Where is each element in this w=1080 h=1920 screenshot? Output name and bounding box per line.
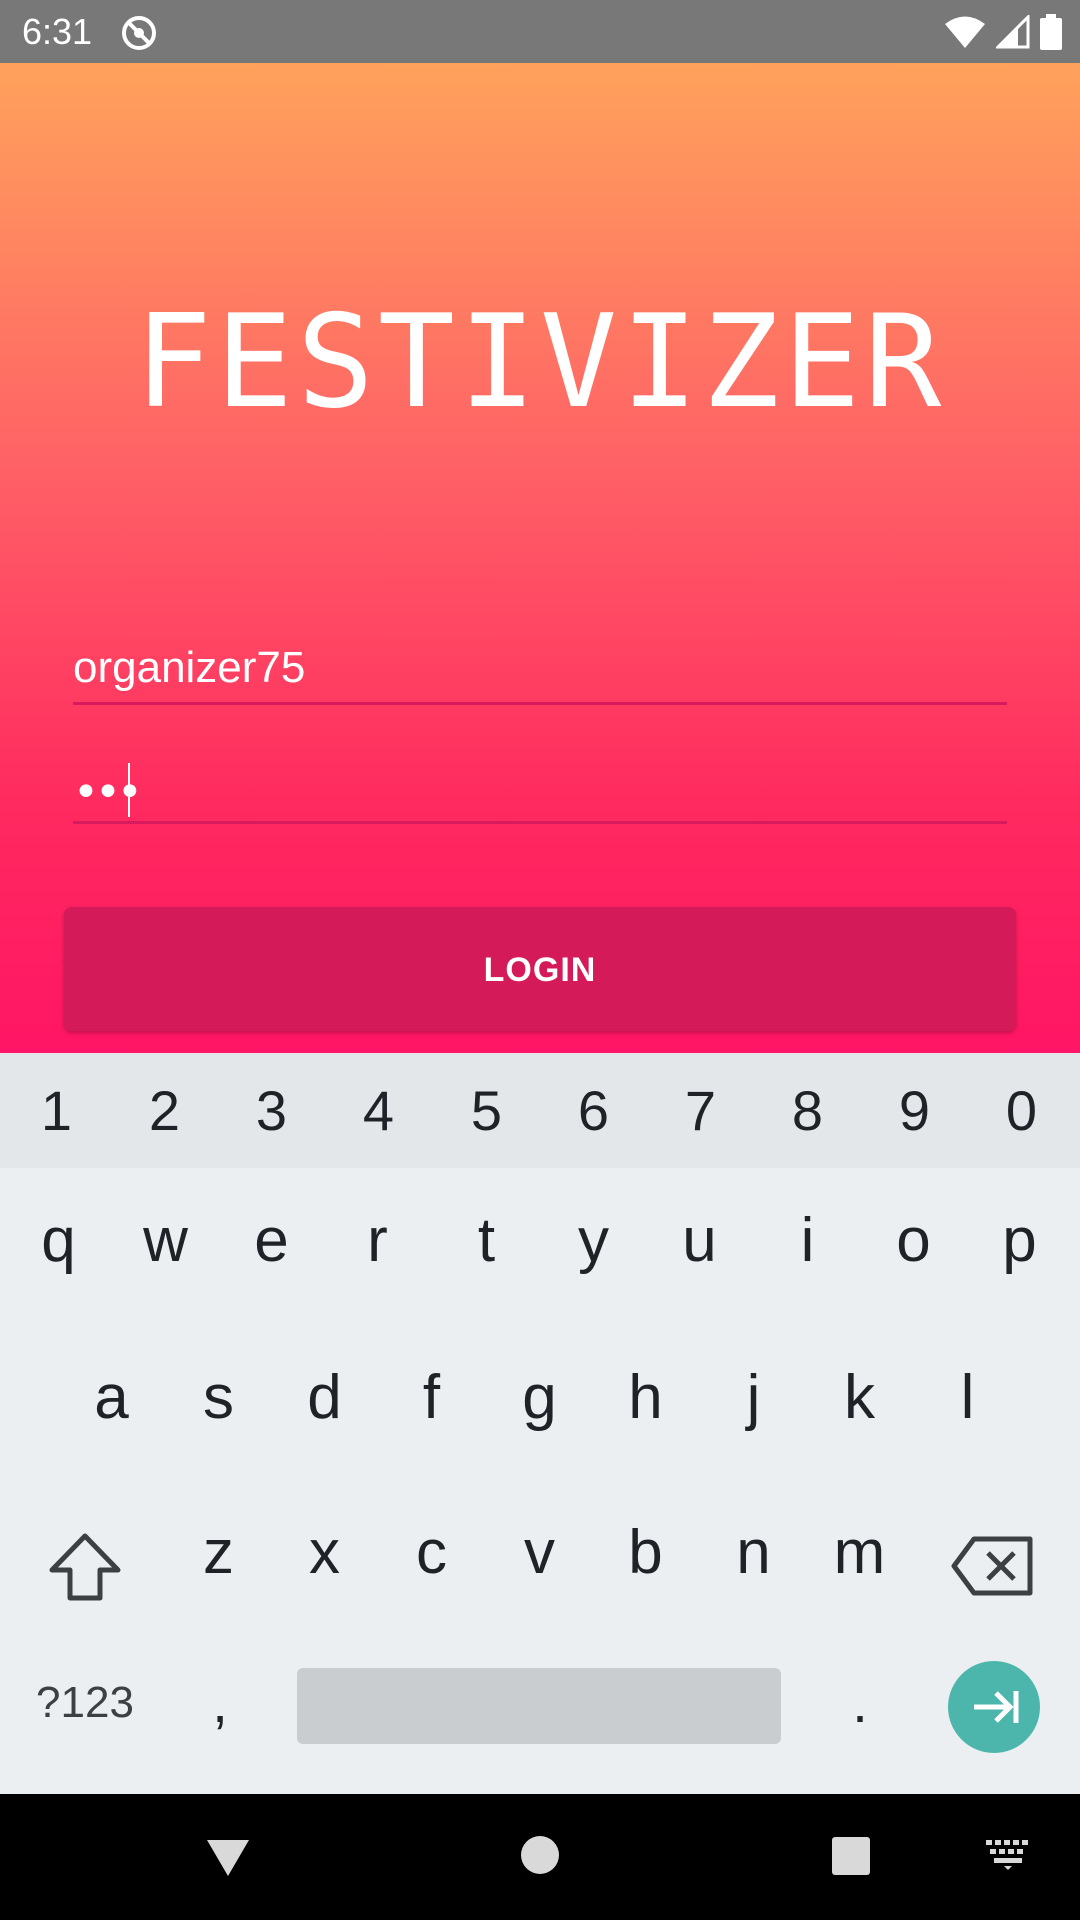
- period-key[interactable]: .: [815, 1643, 905, 1763]
- key-9[interactable]: 9: [861, 1053, 968, 1168]
- key-x[interactable]: x: [271, 1478, 378, 1628]
- key-t[interactable]: t: [433, 1171, 540, 1311]
- key-r[interactable]: r: [324, 1171, 431, 1311]
- wifi-icon: [945, 16, 985, 48]
- key-v[interactable]: v: [486, 1478, 593, 1628]
- key-1[interactable]: 1: [3, 1053, 110, 1168]
- key-j[interactable]: j: [700, 1323, 807, 1473]
- key-y[interactable]: y: [540, 1171, 647, 1311]
- key-3[interactable]: 3: [218, 1053, 325, 1168]
- home-icon[interactable]: [520, 1835, 560, 1875]
- key-w[interactable]: w: [112, 1171, 219, 1311]
- login-screen: FESTIVIZER ••• LOGIN: [0, 63, 1080, 1053]
- key-b[interactable]: b: [592, 1478, 699, 1628]
- key-q[interactable]: q: [5, 1171, 112, 1311]
- key-n[interactable]: n: [700, 1478, 807, 1628]
- signal-icon: [996, 15, 1030, 49]
- key-c[interactable]: c: [378, 1478, 485, 1628]
- soft-keyboard: 1 2 3 4 5 6 7 8 9 0 q w e r t y u i o p …: [0, 1053, 1080, 1794]
- key-p[interactable]: p: [966, 1171, 1073, 1311]
- username-input[interactable]: [73, 638, 1007, 698]
- key-k[interactable]: k: [806, 1323, 913, 1473]
- key-u[interactable]: u: [646, 1171, 753, 1311]
- key-s[interactable]: s: [165, 1323, 272, 1473]
- key-6[interactable]: 6: [540, 1053, 647, 1168]
- key-e[interactable]: e: [218, 1171, 325, 1311]
- key-8[interactable]: 8: [754, 1053, 861, 1168]
- key-o[interactable]: o: [860, 1171, 967, 1311]
- comma-key[interactable]: ,: [175, 1643, 265, 1763]
- app-title: FESTIVIZER: [134, 288, 946, 437]
- login-button[interactable]: LOGIN: [64, 907, 1016, 1031]
- key-2[interactable]: 2: [111, 1053, 218, 1168]
- status-icons: [944, 12, 1062, 52]
- enter-key[interactable]: [948, 1661, 1040, 1753]
- key-7[interactable]: 7: [647, 1053, 754, 1168]
- key-z[interactable]: z: [165, 1478, 272, 1628]
- key-m[interactable]: m: [806, 1478, 913, 1628]
- text-cursor: [128, 763, 130, 817]
- shift-icon[interactable]: [46, 1528, 124, 1606]
- space-key[interactable]: [297, 1668, 781, 1744]
- key-i[interactable]: i: [754, 1171, 861, 1311]
- key-5[interactable]: 5: [433, 1053, 540, 1168]
- notification-icon: [122, 16, 156, 50]
- next-arrow-icon: [974, 1691, 1019, 1723]
- backspace-icon[interactable]: [950, 1533, 1036, 1599]
- symbols-key[interactable]: ?123: [20, 1643, 150, 1763]
- status-bar: 6:31: [0, 0, 1080, 63]
- key-a[interactable]: a: [58, 1323, 165, 1473]
- key-4[interactable]: 4: [325, 1053, 432, 1168]
- key-h[interactable]: h: [592, 1323, 699, 1473]
- key-l[interactable]: l: [914, 1323, 1021, 1473]
- key-g[interactable]: g: [486, 1323, 593, 1473]
- recents-icon[interactable]: [831, 1836, 871, 1876]
- key-f[interactable]: f: [378, 1323, 485, 1473]
- key-d[interactable]: d: [271, 1323, 378, 1473]
- password-field-container: •••: [73, 757, 1007, 824]
- battery-icon: [1040, 14, 1062, 50]
- keyboard-icon[interactable]: [986, 1840, 1030, 1870]
- navigation-bar: [0, 1794, 1080, 1920]
- key-0[interactable]: 0: [968, 1053, 1075, 1168]
- status-time: 6:31: [22, 11, 93, 52]
- number-row: 1 2 3 4 5 6 7 8 9 0: [0, 1053, 1080, 1168]
- back-icon[interactable]: [205, 1834, 251, 1880]
- username-field-container: [73, 638, 1007, 705]
